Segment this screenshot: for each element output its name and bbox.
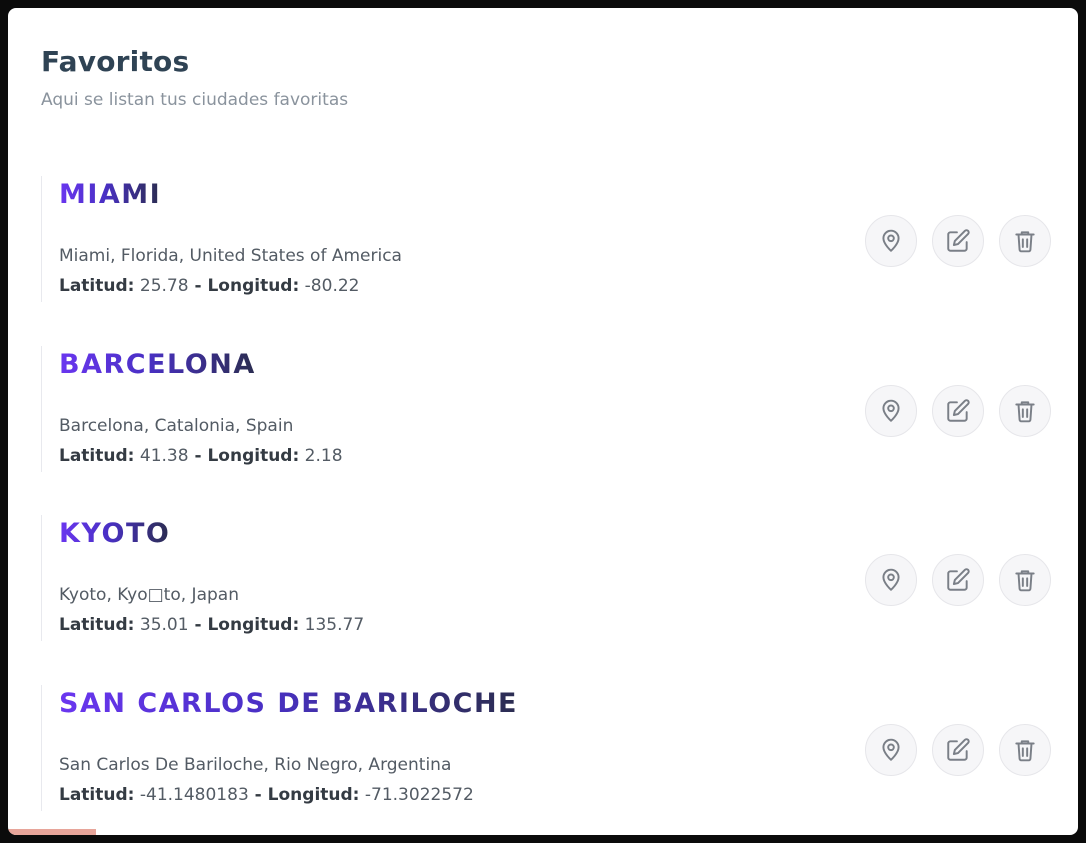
favorite-city-card: MIAMI Miami, Florida, United States of A… <box>41 176 1051 302</box>
longitude-label: Longitud: <box>267 784 360 805</box>
delete-button[interactable] <box>999 215 1051 267</box>
edit-button[interactable] <box>932 384 984 437</box>
city-name: BARCELONA <box>59 348 256 380</box>
coords-separator: - <box>188 615 208 635</box>
city-location: Kyoto, Kyo□to, Japan <box>59 585 239 605</box>
city-coordinates: Latitud: 35.01 - Longitud: 135.77 <box>59 615 364 635</box>
favorites-list: MIAMI Miami, Florida, United States of A… <box>41 176 1051 835</box>
city-name: KYOTO <box>59 518 171 549</box>
map-pin-icon <box>882 399 900 422</box>
city-name: SAN CARLOS DE BARILOCHE <box>59 687 518 719</box>
city-actions <box>865 384 1051 437</box>
trash-icon <box>1015 570 1035 592</box>
edit-icon <box>947 229 970 252</box>
latitude-label: Latitud: <box>59 615 135 635</box>
favorite-city-card: BARCELONA Barcelona, Catalonia, Spain La… <box>41 345 1051 472</box>
city-coordinates: Latitud: 25.78 - Longitud: -80.22 <box>59 276 359 296</box>
edit-icon <box>947 737 970 761</box>
coords-separator: - <box>188 276 208 296</box>
view-location-button[interactable] <box>865 723 917 776</box>
edit-button[interactable] <box>932 554 984 606</box>
city-location: San Carlos De Bariloche, Rio Negro, Arge… <box>59 754 452 775</box>
longitude-label: Longitud: <box>207 445 300 466</box>
latitude-value: 35.01 <box>139 615 189 635</box>
longitude-value: -80.22 <box>304 276 360 296</box>
city-actions <box>865 215 1051 267</box>
city-name: MIAMI <box>59 179 162 210</box>
longitude-value: 135.77 <box>304 615 365 635</box>
coords-separator: - <box>188 445 208 466</box>
scroll-indicator[interactable] <box>8 829 96 835</box>
latitude-value: 41.38 <box>139 445 189 466</box>
longitude-value: 2.18 <box>304 445 343 466</box>
map-pin-icon <box>882 229 900 252</box>
page-subtitle: Aqui se listan tus ciudades favoritas <box>41 90 349 110</box>
favorite-city-card: KYOTO Kyoto, Kyo□to, Japan Latitud: 35.0… <box>41 515 1051 641</box>
delete-button[interactable] <box>999 384 1051 437</box>
city-actions <box>865 554 1051 606</box>
latitude-label: Latitud: <box>59 784 135 805</box>
view-location-button[interactable] <box>865 215 917 267</box>
city-coordinates: Latitud: -41.1480183 - Longitud: -71.302… <box>59 785 474 805</box>
city-coordinates: Latitud: 41.38 - Longitud: 2.18 <box>59 446 343 466</box>
city-actions <box>865 723 1051 776</box>
longitude-label: Longitud: <box>207 615 300 635</box>
map-pin-icon <box>882 568 900 591</box>
city-location: Barcelona, Catalonia, Spain <box>59 415 294 436</box>
coords-separator: - <box>248 784 268 805</box>
longitude-value: -71.3022572 <box>364 784 474 805</box>
longitude-label: Longitud: <box>207 276 300 296</box>
view-location-button[interactable] <box>865 384 917 437</box>
city-location: Miami, Florida, United States of America <box>59 246 402 266</box>
latitude-value: -41.1480183 <box>139 784 249 805</box>
edit-button[interactable] <box>932 215 984 267</box>
view-location-button[interactable] <box>865 554 917 606</box>
favorites-panel: Favoritos Aqui se listan tus ciudades fa… <box>8 8 1078 835</box>
map-pin-icon <box>882 738 900 761</box>
delete-button[interactable] <box>999 723 1051 776</box>
trash-icon <box>1015 231 1035 253</box>
trash-icon <box>1015 739 1035 761</box>
edit-button[interactable] <box>932 723 984 776</box>
trash-icon <box>1015 400 1035 422</box>
latitude-value: 25.78 <box>139 276 189 296</box>
page-title: Favoritos <box>41 45 190 78</box>
latitude-label: Latitud: <box>59 276 135 296</box>
edit-icon <box>947 568 970 591</box>
favorite-city-card: SAN CARLOS DE BARILOCHE San Carlos De Ba… <box>41 684 1051 811</box>
edit-icon <box>947 398 970 422</box>
delete-button[interactable] <box>999 554 1051 606</box>
latitude-label: Latitud: <box>59 445 135 466</box>
